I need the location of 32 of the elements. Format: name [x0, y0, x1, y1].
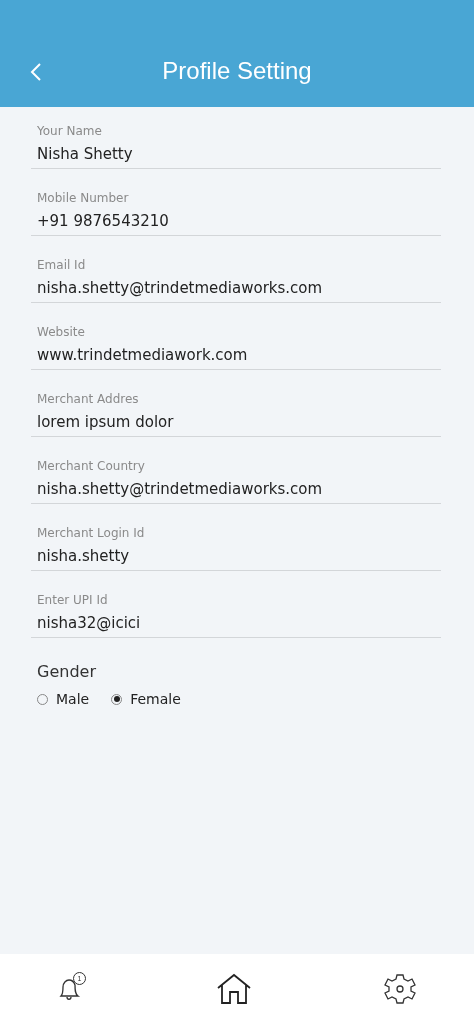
radio-option[interactable]: Female [111, 691, 181, 707]
field-value: nisha.shetty@trindetmediaworks.com [37, 480, 441, 498]
field-value: lorem ipsum dolor [37, 413, 441, 431]
gender-label: Gender [37, 662, 97, 681]
settings-icon [384, 973, 416, 1005]
text-field[interactable]: Your Name Nisha Shetty [31, 124, 441, 169]
text-field[interactable]: Merchant Addres lorem ipsum dolor [31, 392, 441, 437]
field-value: +91 9876543210 [37, 212, 441, 230]
field-value: nisha.shetty [37, 547, 441, 565]
field-value: Nisha Shetty [37, 145, 441, 163]
field-label: Email Id [37, 258, 87, 272]
page-title: Profile Setting [162, 56, 312, 85]
field-value: www.trindetmediawork.com [37, 346, 441, 364]
text-field[interactable]: Mobile Number +91 9876543210 [31, 191, 441, 236]
field-value: nisha32@icici [37, 614, 441, 632]
field-label: Enter UPI Id [37, 593, 109, 607]
field-value: nisha.shetty@trindetmediaworks.com [37, 279, 441, 297]
text-field[interactable]: Email Id nisha.shetty@trindetmediaworks.com [31, 258, 441, 303]
field-label: Merchant Login Id [37, 526, 146, 540]
home-button[interactable] [216, 973, 251, 1005]
field-label: Website [37, 325, 86, 339]
text-field[interactable]: Website www.trindetmediawork.com [31, 325, 441, 370]
field-label: Mobile Number [37, 191, 130, 205]
text-field[interactable]: Enter UPI Id nisha32@icici [31, 593, 441, 638]
field-label: Merchant Country [37, 459, 146, 473]
settings-button[interactable] [384, 973, 416, 1005]
radio-option[interactable]: Male [37, 691, 90, 707]
text-field[interactable]: Merchant Login Id nisha.shetty [31, 526, 441, 571]
home-icon [216, 973, 251, 1005]
text-field[interactable]: Merchant Country nisha.shetty@trindetmediaworks.com [31, 459, 441, 504]
field-label: Merchant Addres [37, 392, 140, 406]
field-label: Your Name [37, 124, 103, 138]
